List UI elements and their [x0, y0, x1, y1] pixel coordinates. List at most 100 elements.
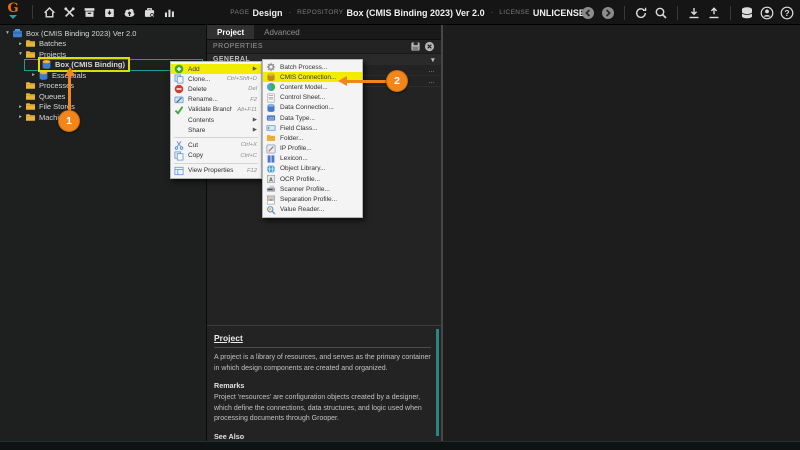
menu-item-folder[interactable]: Folder... [263, 133, 362, 143]
menu-item-ocr-profile[interactable]: A OCR Profile... [263, 174, 362, 184]
tab-advanced[interactable]: Advanced [254, 25, 310, 39]
remarks-heading: Remarks [214, 381, 245, 390]
repository-icon [12, 28, 23, 39]
menu-item-validate-branch[interactable]: Validate Branch Alt+F11 [171, 105, 261, 115]
menu-item-content-model[interactable]: Content Model... [263, 82, 362, 92]
expander-collapsed-icon[interactable]: ▸ [16, 114, 25, 120]
menu-item-clone[interactable]: Clone... Ctrl+Shft+D [171, 74, 261, 84]
menu-item-share[interactable]: Share ▶ [171, 125, 261, 135]
ellipsis-button[interactable]: … [428, 67, 436, 74]
menu-item-add[interactable]: Add ▶ [171, 64, 261, 75]
jobs-icon[interactable] [140, 3, 158, 21]
menu-item-label: OCR Profile... [280, 175, 321, 183]
save-icon[interactable] [410, 41, 421, 52]
menu-item-label: Scanner Profile... [280, 185, 330, 193]
copy-icon [174, 150, 185, 161]
expander-collapsed-icon[interactable]: ▸ [29, 72, 38, 78]
grooper-logo[interactable]: G [0, 0, 26, 25]
user-icon[interactable] [758, 4, 776, 22]
folder-icon [25, 80, 36, 91]
menu-item-field-class[interactable]: Field Class... [263, 123, 362, 133]
menu-item-scanner-profile[interactable]: Scanner Profile... [263, 184, 362, 194]
help-icon[interactable]: ? [778, 4, 796, 22]
repository-value[interactable]: Box (CMIS Binding 2023) Ver 2.0 [347, 8, 485, 18]
search-icon[interactable] [652, 4, 670, 22]
menu-item-label: Separation Profile... [280, 196, 338, 204]
menu-item-control-sheet[interactable]: Control Sheet... [263, 93, 362, 103]
back-icon[interactable] [579, 4, 597, 22]
menu-item-label: Share [188, 126, 206, 134]
svg-text:A: A [269, 177, 273, 183]
forward-icon[interactable] [599, 4, 617, 22]
batches-icon[interactable] [80, 3, 98, 21]
menu-item-copy[interactable]: Copy Ctrl+C [171, 151, 261, 161]
expander-collapsed-icon[interactable]: ▸ [16, 41, 25, 47]
home-icon[interactable] [40, 3, 58, 21]
help-panel: Project A project is a library of resour… [207, 325, 441, 450]
menu-item-label: Delete [188, 85, 207, 93]
menu-item-data-type[interactable]: 123 Data Type... [263, 113, 362, 123]
tree-node-batches[interactable]: ▸ Batches [0, 39, 206, 50]
callout-1-arrow-line [68, 76, 71, 112]
menu-item-view-properties[interactable]: View Properties F12 [171, 166, 261, 176]
menu-item-value-reader[interactable]: Value Reader... [263, 205, 362, 215]
menu-item-label: Folder... [280, 134, 304, 142]
help-divider [214, 347, 431, 348]
menu-item-separation-profile[interactable]: Separation Profile... [263, 194, 362, 204]
refresh-icon[interactable] [632, 4, 650, 22]
menu-item-cut[interactable]: Cut Ctrl+X [171, 140, 261, 151]
menu-item-rename[interactable]: Rename... F2 [171, 95, 261, 105]
toolbar-divider [624, 5, 625, 20]
callout-badge-1: 1 [58, 110, 80, 132]
menu-item-label: Data Type... [280, 114, 315, 122]
menu-item-label: Clone... [188, 75, 211, 83]
ellipsis-button[interactable]: … [428, 78, 436, 85]
menu-item-delete[interactable]: Delete Del [171, 84, 261, 94]
expander-collapsed-icon[interactable]: ▸ [16, 104, 25, 110]
svg-text:?: ? [784, 8, 789, 18]
page-value[interactable]: Design [252, 8, 282, 18]
menu-item-ip-profile[interactable]: IP Profile... [263, 144, 362, 154]
cancel-icon[interactable] [424, 41, 435, 52]
annotation-highlight-box: Box (CMIS Binding) [38, 57, 130, 73]
breadcrumb-separator: · [490, 8, 494, 17]
expander-expanded-icon[interactable]: ▾ [3, 30, 12, 36]
cloud-upload-icon[interactable] [120, 3, 138, 21]
status-strip [0, 441, 800, 450]
help-description: A project is a library of resources, and… [214, 354, 431, 372]
database-icon[interactable] [738, 4, 756, 22]
upload-icon[interactable] [705, 4, 723, 22]
folder-icon [25, 101, 36, 112]
menu-item-label: IP Profile... [280, 145, 312, 153]
menu-item-label: Lexicon... [280, 155, 308, 163]
menu-shortcut: F2 [250, 96, 257, 103]
tree-node-label: Queues [39, 91, 66, 101]
tab-project[interactable]: Project [207, 25, 255, 39]
help-scrollbar[interactable] [436, 329, 439, 436]
toolbar-actions: ? [578, 0, 797, 25]
expander-expanded-icon[interactable]: ▾ [16, 51, 25, 57]
submenu-arrow-icon: ▶ [252, 117, 257, 124]
download-icon[interactable] [685, 4, 703, 22]
imports-icon[interactable] [100, 3, 118, 21]
menu-item-data-connection[interactable]: Data Connection... [263, 103, 362, 113]
menu-item-object-library[interactable]: Object Library... [263, 164, 362, 174]
grooper-logo-chevron-icon [9, 14, 17, 19]
tab-strip: Project Advanced [207, 25, 441, 40]
menu-item-batch-process[interactable]: Batch Process... [263, 62, 362, 72]
toolbar-divider [730, 5, 731, 20]
chevron-down-icon[interactable]: ▾ [431, 56, 435, 64]
menu-item-contents[interactable]: Contents ▶ [171, 115, 261, 125]
menu-shortcut: Ctrl+Shft+D [226, 76, 257, 83]
menu-item-label: Copy [188, 152, 204, 160]
menu-item-label: Rename... [188, 96, 218, 104]
menu-item-lexicon[interactable]: Lexicon... [263, 154, 362, 164]
menu-item-label: Cut [188, 141, 199, 149]
menu-item-label: View Properties [188, 167, 234, 175]
tree-node-box-cmis-binding-2023-ver-2-0[interactable]: ▾ Box (CMIS Binding 2023) Ver 2.0 [0, 28, 206, 39]
menu-item-label: Control Sheet... [280, 94, 326, 102]
stats-icon[interactable] [160, 3, 178, 21]
design-tools-icon[interactable] [60, 3, 78, 21]
submenu-arrow-icon: ▶ [252, 66, 257, 73]
see-also-heading: See Also [214, 431, 245, 441]
